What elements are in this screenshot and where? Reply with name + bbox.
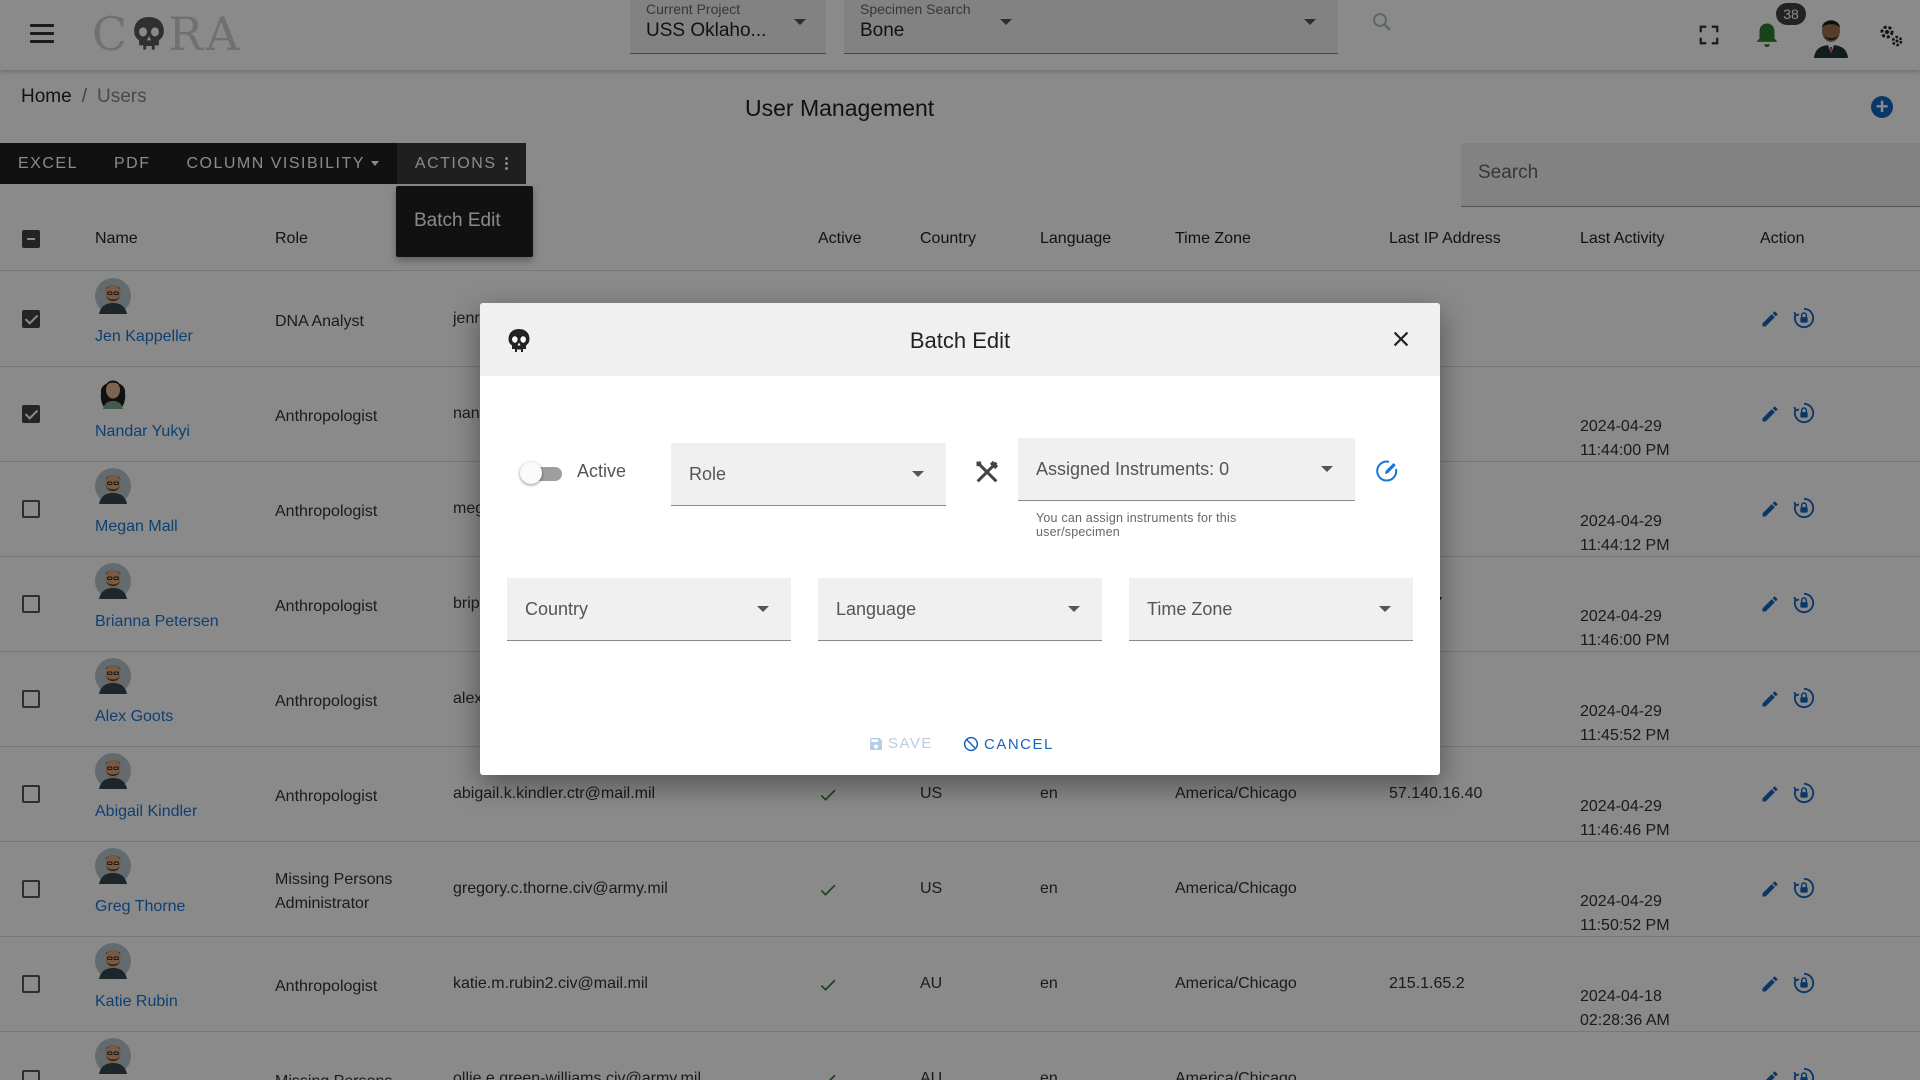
role-select[interactable]: Role (671, 443, 946, 506)
chevron-down-icon (1379, 606, 1391, 612)
active-toggle[interactable] (520, 461, 564, 485)
language-select-placeholder: Language (836, 599, 917, 619)
save-button[interactable]: SAVE (868, 735, 933, 752)
assigned-instruments-label: Assigned Instruments: 0 (1036, 459, 1230, 479)
time-zone-select-placeholder: Time Zone (1147, 599, 1233, 619)
active-toggle-label: Active (577, 461, 627, 481)
time-zone-select[interactable]: Time Zone (1129, 578, 1413, 641)
chevron-down-icon (757, 606, 769, 612)
tools-icon (976, 460, 999, 483)
chevron-down-icon (1068, 606, 1080, 612)
save-button-label: SAVE (888, 735, 933, 752)
toggle-knob (520, 462, 542, 484)
cancel-button-label: CANCEL (984, 735, 1054, 753)
batch-edit-dialog: Batch Edit Active Role Assigned Instrume… (480, 303, 1440, 775)
chevron-down-icon (1321, 466, 1333, 472)
language-select[interactable]: Language (818, 578, 1102, 641)
edit-instruments-icon[interactable] (1374, 458, 1400, 484)
close-icon[interactable] (1390, 328, 1412, 350)
assigned-instruments-hint: You can assign instruments for this user… (1036, 511, 1237, 539)
country-select-placeholder: Country (525, 599, 589, 619)
cancel-button[interactable]: CANCEL (962, 735, 1054, 753)
save-icon (870, 737, 882, 750)
dialog-title: Batch Edit (909, 328, 1011, 353)
dialog-header: Batch Edit (480, 303, 1440, 376)
role-select-placeholder: Role (689, 464, 727, 484)
assigned-instruments-select[interactable]: Assigned Instruments: 0 (1018, 438, 1355, 501)
cancel-icon (963, 736, 979, 752)
country-select[interactable]: Country (507, 578, 791, 641)
chevron-down-icon (912, 471, 924, 477)
